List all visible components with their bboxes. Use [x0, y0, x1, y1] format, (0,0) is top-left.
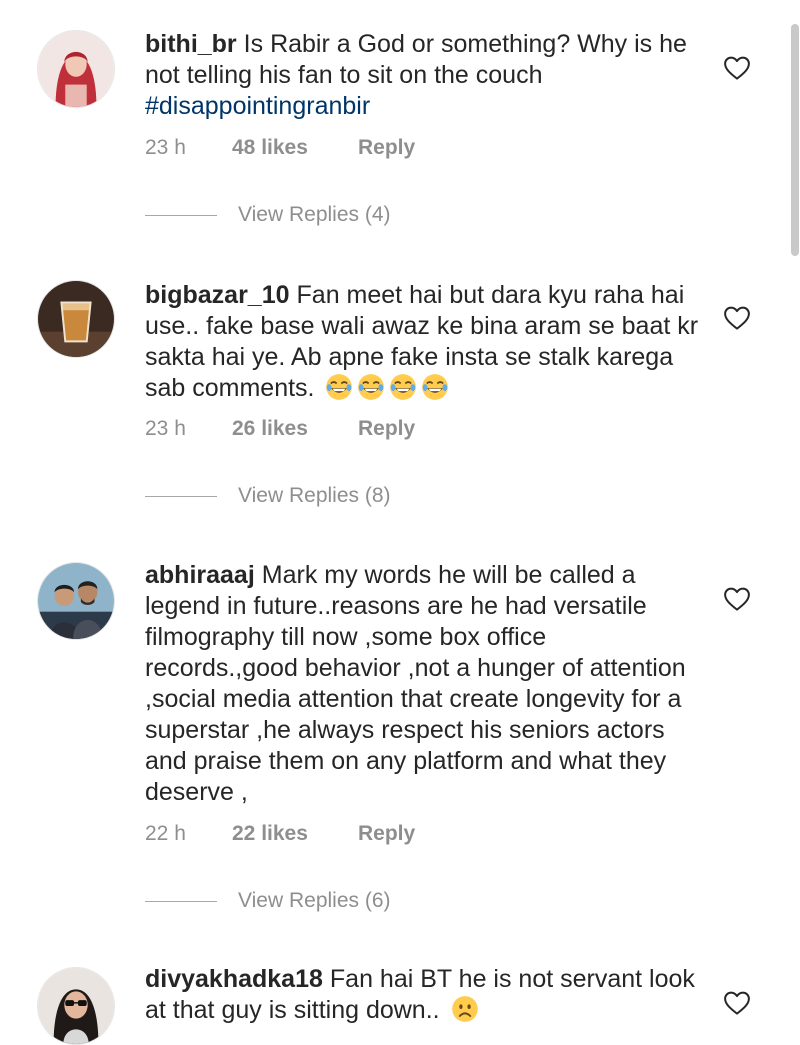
comment-time: 22 h	[145, 822, 186, 845]
worried-face-icon	[451, 995, 479, 1023]
face-with-tears-of-joy-icon	[357, 373, 385, 401]
reply-button[interactable]: Reply	[358, 417, 415, 440]
like-heart-icon[interactable]	[722, 584, 752, 614]
view-replies-button[interactable]: View Replies (4)	[145, 203, 391, 233]
profile-photo-woman-red-hair	[38, 31, 114, 107]
replies-divider-line	[145, 214, 217, 216]
profile-photo-tea-glass	[38, 281, 114, 357]
reply-button[interactable]: Reply	[358, 136, 415, 159]
hashtag-link[interactable]: #disappointingranbir	[145, 92, 370, 120]
like-heart-icon[interactable]	[722, 303, 752, 333]
comment-meta: 23 h 48 likes Reply	[145, 136, 415, 160]
view-replies-label[interactable]: View Replies (6)	[238, 889, 391, 912]
face-with-tears-of-joy-icon	[421, 373, 449, 401]
comment-body: Mark my words he will be called a legend…	[145, 561, 686, 806]
replies-divider-line	[145, 900, 217, 902]
comment-likes[interactable]: 26 likes	[232, 417, 358, 441]
comment-username[interactable]: divyakhadka18	[145, 965, 323, 993]
comment-text-block: abhiraaaj Mark my words he will be called…	[145, 560, 705, 808]
face-with-tears-of-joy-icon	[325, 373, 353, 401]
comment-meta: 22 h 22 likes Reply	[145, 822, 415, 846]
view-replies-button[interactable]: View Replies (6)	[145, 889, 391, 919]
like-heart-icon[interactable]	[722, 988, 752, 1018]
user-avatar[interactable]	[37, 967, 115, 1045]
laugh-emoji-group	[321, 374, 449, 402]
like-heart-icon[interactable]	[722, 53, 752, 83]
comment-username[interactable]: abhiraaaj	[145, 561, 255, 589]
comment-likes[interactable]: 22 likes	[232, 822, 358, 846]
user-avatar[interactable]	[37, 562, 115, 640]
profile-photo-woman-sunglasses	[38, 968, 114, 1044]
comment-username[interactable]: bigbazar_10	[145, 281, 290, 309]
view-replies-label[interactable]: View Replies (4)	[238, 203, 391, 226]
user-avatar[interactable]	[37, 280, 115, 358]
face-with-tears-of-joy-icon	[389, 373, 417, 401]
view-replies-button[interactable]: View Replies (8)	[145, 484, 391, 514]
view-replies-label[interactable]: View Replies (8)	[238, 484, 391, 507]
user-avatar[interactable]	[37, 30, 115, 108]
comment-time: 23 h	[145, 136, 186, 159]
comment-text-block: divyakhadka18 Fan hai BT he is not servan…	[145, 964, 705, 1026]
comment-username[interactable]: bithi_br	[145, 30, 237, 58]
scrollbar[interactable]	[791, 24, 799, 256]
comment-text-block: bithi_br Is Rabir a God or something? Why…	[145, 29, 705, 122]
profile-photo-two-men	[38, 563, 114, 639]
comment-text-block: bigbazar_10 Fan meet hai but dara kyu rah…	[145, 280, 705, 404]
comment-time: 23 h	[145, 417, 186, 440]
replies-divider-line	[145, 495, 217, 497]
comment-meta: 23 h 26 likes Reply	[145, 417, 415, 441]
reply-button[interactable]: Reply	[358, 822, 415, 845]
comment-likes[interactable]: 48 likes	[232, 136, 358, 160]
